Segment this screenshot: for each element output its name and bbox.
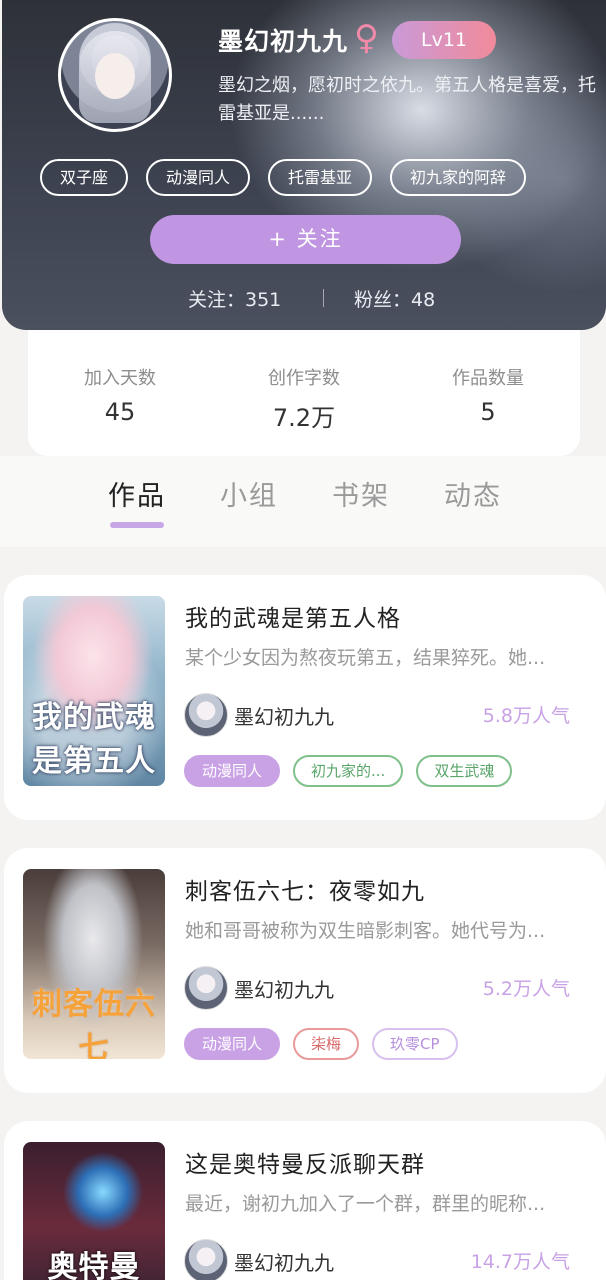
tab-activity[interactable]: 动态: [444, 474, 502, 513]
popularity: 14.7万人气: [470, 1251, 570, 1273]
cover-title: 刺客伍六七: [32, 987, 156, 1059]
fans-count[interactable]: 粉丝：48: [354, 285, 435, 312]
stat-value: 5: [480, 398, 496, 426]
profile-bio: 墨幻之烟，愿初时之依九。第五人格是喜爱，托雷基亚是......: [218, 75, 596, 124]
author-name[interactable]: 墨幻初九九: [234, 1247, 334, 1276]
stat-label: 作品数量: [452, 368, 524, 389]
work-card[interactable]: 奥特曼 这是奥特曼反派聊天群 最近，谢初九加入了一个群，群里的昵称... 墨幻初…: [4, 1121, 606, 1280]
profile-tag[interactable]: 动漫同人: [146, 159, 251, 196]
tab-groups[interactable]: 小组: [220, 474, 278, 513]
author-row: 墨幻初九九 5.8万人气: [184, 691, 584, 739]
work-tags: 动漫同人 初九家的... 双生武魂: [184, 755, 513, 787]
female-icon: ♀: [354, 18, 379, 58]
work-tag[interactable]: 双生武魂: [416, 755, 513, 787]
author-avatar[interactable]: [184, 966, 228, 1010]
cover-title: 我的武魂是第五人格: [32, 700, 156, 779]
work-tag[interactable]: 玖零CP: [372, 1028, 458, 1060]
work-card[interactable]: 我的武魂是第五人格 我的武魂是第五人格 某个少女因为熬夜玩第五，结果猝死。她..…: [4, 575, 606, 820]
popularity: 5.8万人气: [482, 705, 570, 727]
stat-days: 加入天数 45: [50, 364, 190, 426]
author-avatar[interactable]: [184, 1239, 228, 1280]
profile-tags: 双子座 动漫同人 托雷基亚 初九家的阿辞: [40, 159, 527, 196]
work-cover[interactable]: 我的武魂是第五人格: [23, 596, 165, 786]
profile-tag[interactable]: 托雷基亚: [268, 159, 373, 196]
tab-works[interactable]: 作品: [108, 474, 166, 513]
work-cover[interactable]: 刺客伍六七: [23, 869, 165, 1059]
active-tab-indicator: [110, 522, 164, 528]
work-tag[interactable]: 动漫同人: [184, 755, 281, 787]
work-description: 她和哥哥被称为双生暗影刺客。她代号为...: [185, 920, 546, 942]
stats-divider: [323, 289, 324, 307]
author-row: 墨幻初九九 14.7万人气: [184, 1237, 584, 1280]
author-row: 墨幻初九九 5.2万人气: [184, 964, 584, 1012]
work-tag[interactable]: 柒梅: [293, 1028, 360, 1060]
tab-bar: 作品 小组 书架 动态: [0, 456, 606, 547]
author-avatar[interactable]: [184, 693, 228, 737]
work-tag[interactable]: 初九家的...: [293, 755, 404, 787]
work-cover[interactable]: 奥特曼: [23, 1142, 165, 1280]
work-tags: 动漫同人 柒梅 玖零CP: [184, 1028, 458, 1060]
stat-value: 45: [104, 398, 136, 426]
profile-page: 墨幻初九九 ♀ Lv11 墨幻之烟，愿初时之依九。第五人格是喜爱，托雷基亚是..…: [0, 0, 606, 1280]
work-card[interactable]: 刺客伍六七 刺客伍六七：夜零如九 她和哥哥被称为双生暗影刺客。她代号为... 墨…: [4, 848, 606, 1093]
work-tag[interactable]: 动漫同人: [184, 1028, 281, 1060]
work-description: 最近，谢初九加入了一个群，群里的昵称...: [185, 1193, 546, 1215]
level-badge: Lv11: [392, 21, 496, 59]
username: 墨幻初九九: [218, 27, 349, 56]
stat-works: 作品数量 5: [418, 364, 558, 426]
tab-bookshelf[interactable]: 书架: [332, 474, 390, 513]
work-title[interactable]: 这是奥特曼反派聊天群: [185, 1145, 425, 1179]
work-description: 某个少女因为熬夜玩第五，结果猝死。她...: [185, 647, 546, 669]
follow-button[interactable]: + 关注: [150, 215, 461, 264]
popularity: 5.2万人气: [482, 978, 570, 1000]
stats-card: 加入天数 45 创作字数 7.2万 作品数量 5: [28, 312, 580, 456]
author-name[interactable]: 墨幻初九九: [234, 701, 334, 730]
stat-label: 创作字数: [268, 368, 340, 389]
stat-value: 7.2万: [272, 404, 336, 432]
stat-label: 加入天数: [84, 368, 156, 389]
work-title[interactable]: 刺客伍六七：夜零如九: [185, 872, 425, 906]
work-title[interactable]: 我的武魂是第五人格: [185, 599, 401, 633]
avatar-face: [95, 53, 135, 99]
profile-tag[interactable]: 初九家的阿辞: [390, 159, 527, 196]
stat-words: 创作字数 7.2万: [234, 364, 374, 433]
author-name[interactable]: 墨幻初九九: [234, 974, 334, 1003]
cover-title: 奥特曼: [47, 1250, 141, 1280]
follow-stats: 关注：351 粉丝：48: [2, 285, 606, 313]
profile-tag[interactable]: 双子座: [40, 159, 129, 196]
following-count[interactable]: 关注：351: [188, 285, 281, 312]
profile-header: 墨幻初九九 ♀ Lv11 墨幻之烟，愿初时之依九。第五人格是喜爱，托雷基亚是..…: [2, 0, 606, 330]
profile-avatar[interactable]: [58, 18, 172, 132]
